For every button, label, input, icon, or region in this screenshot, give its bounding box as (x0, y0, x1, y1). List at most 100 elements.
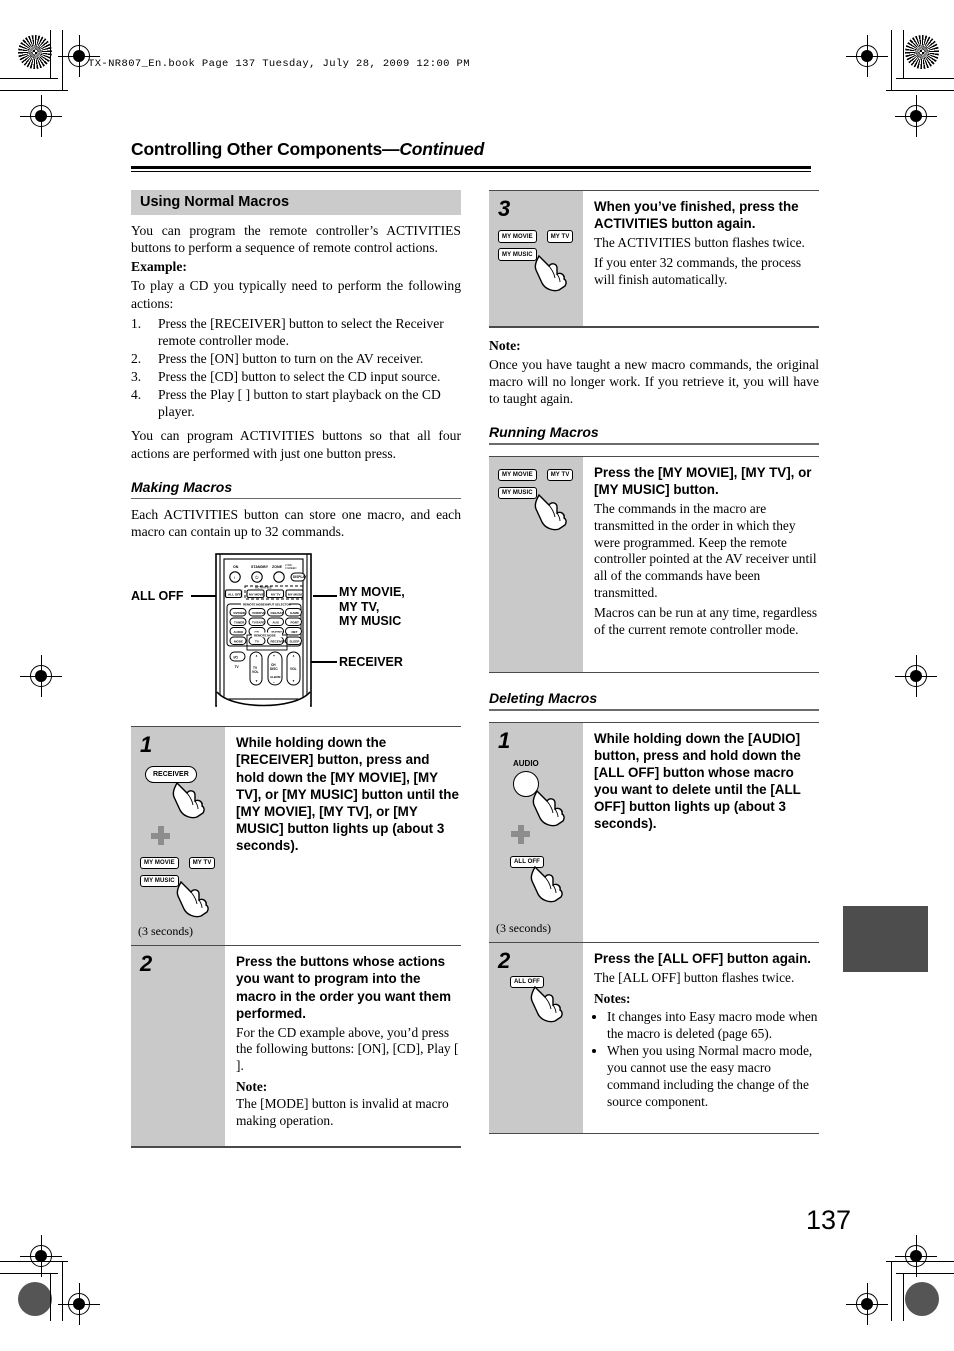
remote-button-my-movie[interactable]: MY MOVIE (140, 856, 179, 870)
svg-text:VCR/DVR: VCR/DVR (252, 611, 266, 615)
intro-paragraph: You can program the remote controller’s … (131, 223, 461, 256)
svg-text:ALBUM: ALBUM (270, 675, 281, 679)
crop-line-bottom-right-v (903, 1273, 905, 1321)
svg-text:MY TV: MY TV (271, 593, 281, 597)
list-text: Press the Play [ ] button to start playb… (158, 387, 441, 420)
step-number: 3 (498, 196, 511, 221)
registration-mark-bottom-right (895, 1235, 937, 1277)
svg-text:I/⏻: I/⏻ (234, 656, 239, 660)
remote-button-my-music[interactable]: MY MUSIC (498, 486, 537, 500)
crop-line-top-left-h (0, 78, 58, 80)
svg-text:▲: ▲ (255, 654, 258, 658)
print-file-header: TX-NR807_En.book Page 137 Tuesday, July … (88, 58, 470, 70)
list-text: Press the [ON] button to turn on the AV … (158, 350, 424, 366)
svg-text:REMOTE MODE: REMOTE MODE (254, 634, 276, 638)
list-item: 4. Press the Play [ ] button to start pla… (131, 386, 461, 420)
remote-button-my-tv[interactable]: MY TV (546, 468, 574, 482)
remote-button-my-movie[interactable]: MY MOVIE (498, 468, 537, 482)
header-rule-thin (131, 171, 811, 173)
left-column: Using Normal Macros You can program the … (131, 190, 461, 1149)
example-step-list: 1. Press the [RECEIVER] button to select … (131, 315, 461, 421)
registration-mark-mid-right (895, 655, 937, 697)
registration-mark-bottom-left (20, 1235, 62, 1277)
subsection-rule (489, 443, 819, 445)
delete-step-2-illustration: 2 ALL OFF (489, 942, 583, 1133)
step-1-illustration: 1 RECEIVER MY MOVIE MY TV MY MUSIC (3 se… (131, 727, 225, 946)
svg-text:MY MOVIE: MY MOVIE (249, 593, 264, 597)
subsection-deleting-macros: Deleting Macros (489, 690, 598, 707)
svg-text:DISPLAY: DISPLAY (293, 576, 307, 580)
delete-step-2-notes-label: Notes: (594, 990, 631, 1006)
delete-step-1-caption: (3 seconds) (496, 920, 551, 935)
pointing-hand-icon (530, 865, 563, 903)
list-item: 3. Press the [CD] button to select the CD… (131, 368, 461, 385)
subsection-making-macros: Making Macros (131, 478, 233, 495)
step-box-3: 3 MY MOVIE MY TV MY MUSIC When you’ve fi… (489, 190, 819, 326)
step-3-text-2: If you enter 32 commands, the process wi… (594, 254, 802, 287)
crop-line-bottom-left-v (50, 1273, 52, 1321)
chapter-continued: —Continued (382, 139, 485, 159)
example-outro: You can program ACTIVITIES buttons so th… (131, 428, 461, 461)
step-1-heading: While holding down the [RECEIVER] button… (236, 735, 459, 853)
svg-text:−: − (273, 681, 275, 685)
remote-button-my-music[interactable]: MY MUSIC (498, 248, 537, 261)
registration-mark-mid-left (20, 655, 62, 697)
remote-button-my-tv[interactable]: MY TV (546, 230, 574, 243)
crop-line-bottom-left-h2 (0, 1261, 68, 1263)
print-target-star-top-left (18, 35, 52, 69)
svg-text:REMOTE MODE/INPUT SELECTOR: REMOTE MODE/INPUT SELECTOR (243, 603, 292, 607)
step-number: 1 (140, 732, 153, 758)
crop-line-top-right-v (903, 30, 905, 78)
svg-text:NET: NET (292, 630, 298, 634)
crop-line-bottom-right-h2 (886, 1261, 954, 1263)
step-2-illustration: 2 (131, 946, 225, 1147)
note-label: Note: (489, 337, 521, 353)
step-box-2: 2 Press the buttons whose actions you wa… (131, 945, 461, 1147)
chapter-title: Controlling Other Components (131, 139, 383, 159)
pointing-hand-icon (532, 789, 565, 827)
registration-mark-bottom-right-2 (846, 1283, 888, 1325)
plus-symbol-icon (511, 824, 530, 844)
example-label: Example: (131, 259, 187, 275)
example-intro: To play a CD you typically need to perfo… (131, 278, 461, 311)
svg-text:DISC: DISC (270, 667, 278, 671)
remote-svg: ON STANDBY ZONE 2 IND. 3 GREEN I ⏻ DISPL… (215, 553, 312, 708)
svg-text:STANDBY: STANDBY (251, 565, 269, 569)
svg-text:SLEEP: SLEEP (290, 640, 300, 644)
remote-button-my-tv[interactable]: MY TV (188, 856, 216, 870)
step-3-heading: When you’ve finished, press the ACTIVITI… (594, 199, 799, 232)
svg-text:3 GREEN: 3 GREEN (285, 566, 297, 570)
svg-text:MY MUSIC: MY MUSIC (288, 593, 304, 597)
svg-text:MODE: MODE (234, 640, 243, 644)
pointing-hand-icon (530, 985, 563, 1023)
registration-mark-bottom-left-2 (58, 1283, 100, 1325)
remote-button-audio-label: AUDIO (513, 758, 539, 768)
running-macros-body: Press the [MY MOVIE], [MY TV], or [MY MU… (583, 456, 819, 672)
step-3-body: When you’ve finished, press the ACTIVITI… (583, 191, 819, 326)
page-number: 137 (806, 1205, 852, 1235)
list-item: 1. Press the [RECEIVER] button to select … (131, 315, 461, 349)
list-number: 4. (131, 387, 142, 403)
header-rule-thick (131, 166, 811, 169)
plus-symbol-icon (151, 826, 170, 846)
delete-step-1-illustration: 1 AUDIO ALL OFF (3 seconds) (489, 722, 583, 942)
step-number: 1 (498, 727, 511, 753)
pointing-hand-icon (534, 254, 567, 292)
print-target-star-top-right (905, 35, 939, 69)
svg-text:ON: ON (233, 565, 239, 569)
crop-line-bottom-left-v2 (62, 1261, 64, 1321)
remote-button-my-movie[interactable]: MY MOVIE (498, 230, 537, 243)
step-2-text: For the CD example above, you’d press th… (236, 1024, 459, 1074)
registration-mark-top-left-2 (20, 95, 62, 137)
remote-button-my-music[interactable]: MY MUSIC (140, 874, 179, 888)
step-2-note: The [MODE] button is invalid at macro ma… (236, 1096, 449, 1128)
svg-text:AUX: AUX (273, 621, 279, 625)
step-box-1: 1 RECEIVER MY MOVIE MY TV MY MUSIC (3 se… (131, 726, 461, 946)
print-target-blob-bottom-left (18, 1282, 52, 1316)
running-macros-bottom-rule (489, 671, 819, 674)
list-text: Press the [CD] button to select the CD i… (158, 369, 441, 384)
list-item: When you using Normal macro mode, you ca… (607, 1043, 819, 1111)
step-2-heading: Press the buttons whose actions you want… (236, 954, 452, 1021)
running-macros-text-2: Macros can be run at any time, regardles… (594, 605, 818, 637)
svg-text:TV: TV (255, 640, 259, 644)
